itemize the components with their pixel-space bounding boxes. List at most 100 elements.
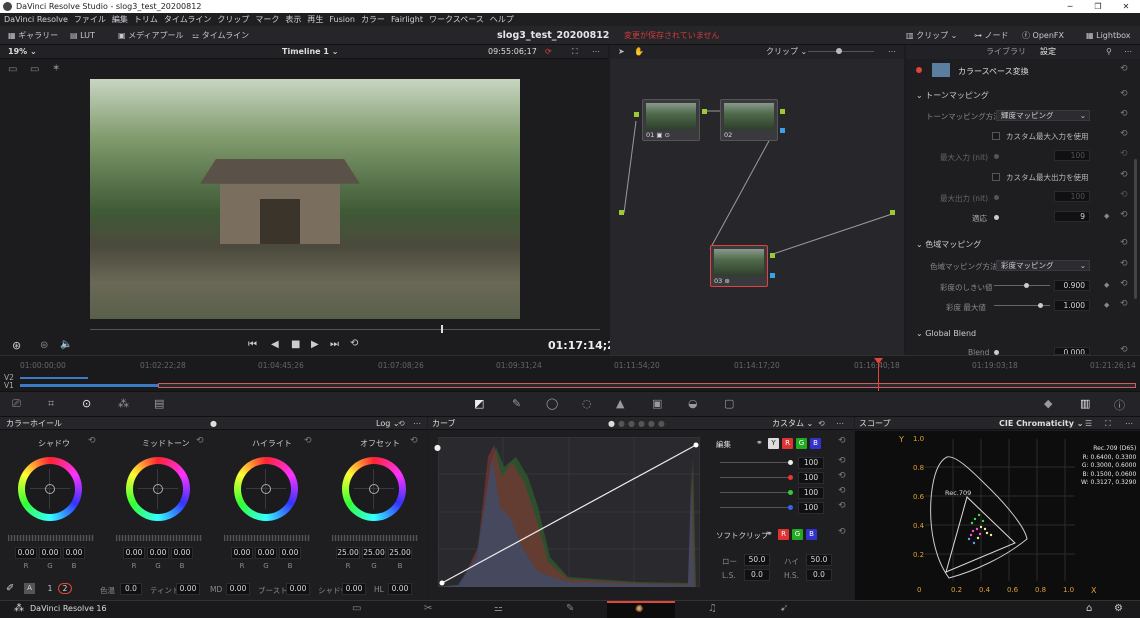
highlight-icon[interactable]: ✶	[52, 63, 60, 74]
midtone-reset-icon[interactable]: ⟲	[196, 436, 204, 446]
global-blend-header[interactable]: ⌄ Global Blend	[916, 329, 976, 338]
reverse-play-icon[interactable]: ◀	[271, 339, 279, 350]
gallery-button[interactable]: ▦ ギャラリー	[8, 26, 58, 45]
node-02-output[interactable]	[780, 109, 785, 114]
node-mode-select[interactable]: クリップ ⌄	[766, 45, 807, 59]
maximize-button[interactable]: ❐	[1084, 0, 1112, 13]
page-dot-icon[interactable]: ●	[210, 417, 217, 430]
sizing-icon[interactable]: ▢	[724, 397, 734, 410]
b-channel-button[interactable]: B	[810, 438, 821, 449]
v1-clips[interactable]	[20, 384, 158, 387]
soft-clip-link-icon[interactable]: ⚭	[766, 529, 773, 538]
hl-field[interactable]: 0.00	[388, 583, 412, 595]
media-pool-button[interactable]: ▣ メディアプール	[118, 26, 184, 45]
max-in-slider[interactable]	[994, 154, 999, 159]
auto-icon[interactable]: A	[24, 583, 35, 594]
sync-icon[interactable]: ⟳	[545, 45, 552, 59]
page-1-button[interactable]: 1	[44, 583, 56, 594]
tint-field[interactable]: 0.00	[176, 583, 200, 595]
play-icon[interactable]: ▶	[311, 339, 319, 350]
v1-selected-clip[interactable]	[158, 383, 1136, 388]
clips-button[interactable]: ▥ クリップ ⌄	[906, 26, 957, 45]
edit-page-icon[interactable]: ⚍	[494, 603, 503, 614]
y-intensity-track[interactable]	[720, 462, 792, 463]
keyframes-icon[interactable]: ◆	[1044, 397, 1052, 410]
highlight-reset-icon[interactable]: ⟲	[304, 436, 312, 446]
tone-method-reset-icon[interactable]: ⟲	[1120, 109, 1128, 119]
deliver-page-icon[interactable]: ➹	[780, 603, 788, 614]
shadow-reset-icon[interactable]: ⟲	[88, 436, 96, 446]
menu-item-playback[interactable]: 再生	[307, 13, 323, 26]
node-03-output[interactable]	[770, 253, 775, 258]
info-icon[interactable]: ⓘ	[1114, 397, 1125, 413]
single-view-icon[interactable]: ▭	[8, 64, 17, 75]
tone-section-header[interactable]: ⌄ トーンマッピング	[916, 90, 989, 101]
node-02-key-output[interactable]	[780, 128, 785, 133]
low-field[interactable]: 50.0	[744, 554, 770, 566]
link-icon[interactable]: ⚭	[756, 438, 763, 447]
color-match-icon[interactable]: ⌗	[48, 397, 54, 411]
shadow-g-field[interactable]: 0.00	[39, 547, 61, 559]
input-port[interactable]	[619, 210, 624, 215]
soft-clip-r-button[interactable]: R	[778, 529, 789, 540]
midtone-master-wheel[interactable]	[116, 535, 202, 541]
menu-item-timeline[interactable]: タイムライン	[164, 13, 211, 26]
max-out-slider[interactable]	[994, 195, 999, 200]
g-intensity-handle[interactable]	[788, 490, 793, 495]
adapt-reset-icon[interactable]: ⟲	[1120, 210, 1128, 220]
camera-raw-icon[interactable]: ⎚	[12, 397, 21, 411]
go-to-start-icon[interactable]: ⏮	[248, 339, 257, 350]
custom-max-out-checkbox[interactable]	[992, 173, 1000, 181]
fullscreen-icon[interactable]: ⛶	[572, 45, 578, 59]
b-intensity-handle[interactable]	[788, 505, 793, 510]
v2-clip[interactable]	[20, 377, 88, 379]
custom-max-out-reset-icon[interactable]: ⟲	[1120, 170, 1128, 180]
fairlight-page-icon[interactable]: ♫	[708, 603, 717, 614]
g-intensity-track[interactable]	[720, 492, 792, 493]
magic-mask-icon[interactable]: ▲	[616, 397, 624, 410]
menu-item-help[interactable]: ヘルプ	[490, 13, 514, 26]
shadow-adjust-field[interactable]: 0.00	[342, 583, 366, 595]
wheel-mode-select[interactable]: Log ⌄	[376, 417, 400, 430]
openfx-button[interactable]: ⓕ OpenFX	[1022, 26, 1064, 45]
highlight-wheel[interactable]	[234, 457, 298, 521]
md-field[interactable]: 0.00	[226, 583, 250, 595]
high-field[interactable]: 50.0	[806, 554, 832, 566]
zoom-select[interactable]: 19% ⌄	[8, 45, 37, 59]
window-icon[interactable]: ◯	[546, 397, 558, 410]
stop-icon[interactable]: ■	[291, 339, 300, 350]
nodes-button[interactable]: ⊶ ノード	[974, 26, 1009, 45]
r-channel-button[interactable]: R	[782, 438, 793, 449]
midtone-r-field[interactable]: 0.00	[123, 547, 145, 559]
cut-page-icon[interactable]: ✂	[424, 603, 432, 614]
clip-info-icon[interactable]: ⊛	[12, 339, 21, 352]
y-intensity-reset-icon[interactable]: ⟲	[838, 456, 846, 466]
curve-graph[interactable]	[438, 437, 700, 587]
node-01[interactable]: 01 ▣ ⊙	[642, 99, 700, 141]
offset-r-field[interactable]: 25.00	[336, 547, 360, 559]
menu-item-mark[interactable]: マーク	[255, 13, 279, 26]
offset-master-wheel[interactable]	[332, 535, 418, 541]
custom-max-in-reset-icon[interactable]: ⟲	[1120, 129, 1128, 139]
highlight-b-field[interactable]: 0.00	[279, 547, 301, 559]
gamut-method-reset-icon[interactable]: ⟲	[1120, 259, 1128, 269]
hs-field[interactable]: 0.0	[806, 569, 832, 581]
highlight-g-field[interactable]: 0.00	[255, 547, 277, 559]
node-03[interactable]: 03 ⊛	[710, 245, 768, 287]
menu-item-workspace[interactable]: ワークスペース	[429, 13, 484, 26]
scopes-tab-icon[interactable]: ▥	[1080, 397, 1090, 410]
ls-field[interactable]: 0.0	[744, 569, 770, 581]
menu-item-file[interactable]: ファイル	[74, 13, 106, 26]
node-02[interactable]: 02	[720, 99, 778, 141]
b-intensity-field[interactable]: 100	[798, 502, 824, 514]
viewer-more-icon[interactable]: ⋯	[592, 45, 600, 59]
midtone-g-field[interactable]: 0.00	[147, 547, 169, 559]
curves-reset-icon[interactable]: ⟲	[818, 417, 825, 430]
blur-icon[interactable]: ▣	[652, 397, 662, 410]
adapt-field[interactable]: 9	[1054, 211, 1090, 222]
boost-field[interactable]: 0.00	[286, 583, 310, 595]
curve-pages-indicator[interactable]: ●●●●●●	[608, 417, 668, 430]
offset-wheel[interactable]	[342, 457, 406, 521]
project-settings-icon[interactable]: ⚙	[1114, 603, 1123, 614]
gamut-reset-icon[interactable]: ⟲	[1120, 238, 1128, 248]
